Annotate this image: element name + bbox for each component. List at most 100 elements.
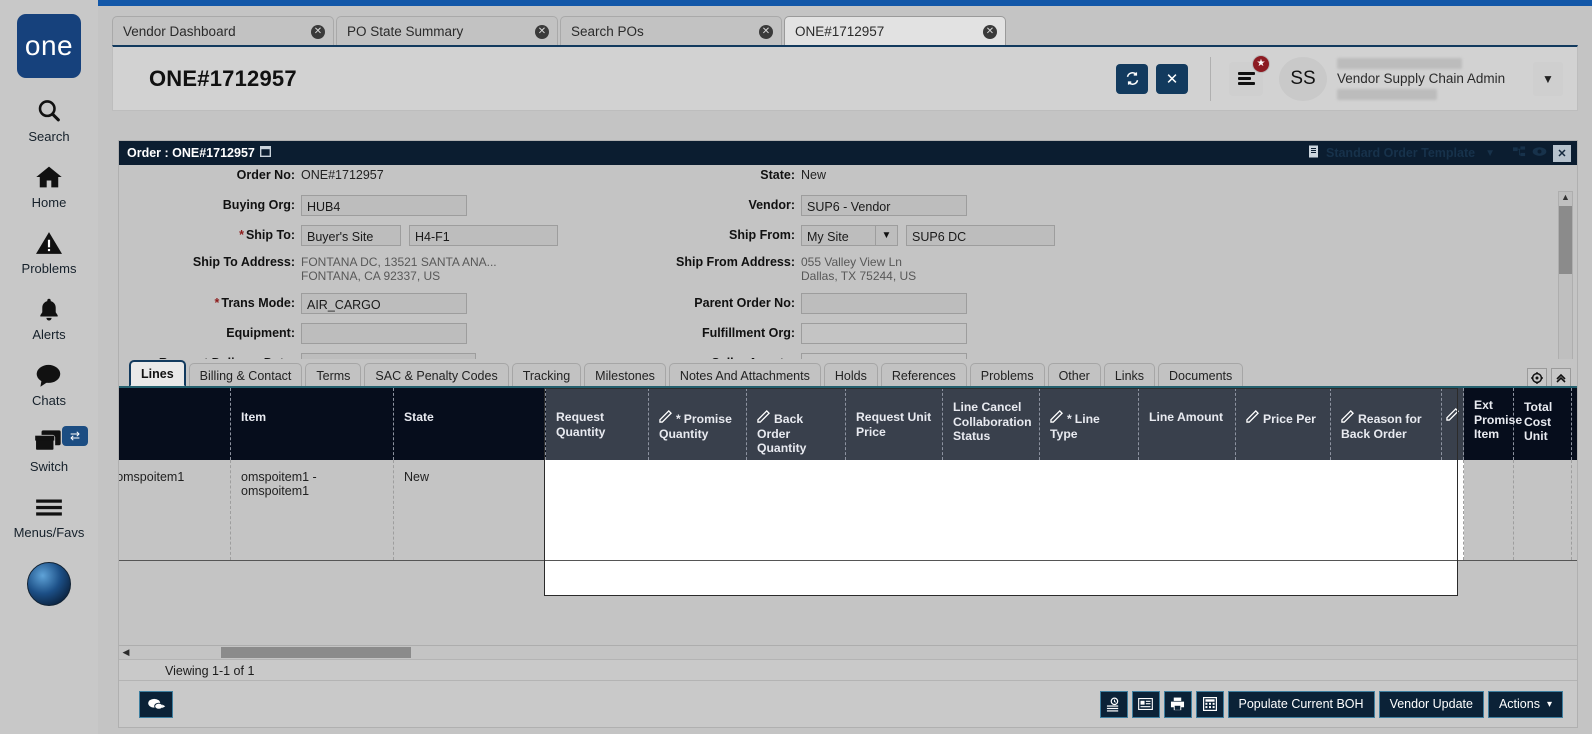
column-header-line-amount[interactable]: Line Amount	[1139, 388, 1236, 460]
tab-links[interactable]: Links	[1104, 363, 1155, 387]
audit-log-icon[interactable]	[1100, 691, 1128, 718]
chevron-down-icon[interactable]: ▼	[876, 225, 898, 246]
scrollbar-thumb[interactable]	[1559, 206, 1572, 274]
populate-current-boh-button[interactable]: Populate Current BOH	[1228, 691, 1375, 718]
rail-item-chats[interactable]: Chats	[0, 358, 98, 408]
header-divider	[1210, 57, 1211, 101]
ship-from-address-value: 055 Valley View Ln Dallas, TX 75244, US	[801, 255, 916, 283]
close-icon[interactable]: ✕	[983, 25, 997, 39]
order-template-selector[interactable]: Standard Order Template ▼ ✕	[1308, 145, 1571, 162]
parent-order-no-input[interactable]	[801, 293, 967, 314]
fulfillment-org-input[interactable]	[801, 323, 967, 344]
tab-billing-contact[interactable]: Billing & Contact	[189, 363, 303, 387]
cell-total-cost-unit[interactable]	[1514, 460, 1572, 560]
tab-sac-penalty-codes[interactable]: SAC & Penalty Codes	[364, 363, 508, 387]
chevron-down-icon[interactable]: ▼	[1533, 62, 1563, 96]
panel-close-icon[interactable]: ✕	[1553, 145, 1571, 162]
column-header-reason-for-back-order[interactable]: Reason for Back Order	[1331, 388, 1442, 460]
actions-button[interactable]: Actions ▾	[1488, 691, 1563, 718]
avatar[interactable]: SS	[1279, 57, 1327, 101]
tab-holds[interactable]: Holds	[824, 363, 878, 387]
eye-icon[interactable]	[1532, 146, 1547, 160]
close-icon[interactable]: ✕	[759, 25, 773, 39]
edit-pencil-icon	[757, 410, 770, 427]
one-logo[interactable]: one	[17, 14, 81, 78]
scroll-up-icon[interactable]: ▲	[1559, 192, 1572, 206]
trans-mode-input[interactable]: AIR_CARGO	[301, 293, 467, 314]
workspace-tab-po-state-summary[interactable]: PO State Summary ✕	[336, 16, 558, 46]
column-header-request-unit-price[interactable]: Request Unit Price	[846, 388, 943, 460]
star-icon: ★	[1252, 55, 1270, 73]
equipment-input[interactable]	[301, 323, 467, 344]
scrollbar-thumb[interactable]	[221, 647, 411, 658]
workspace-tab-search-pos[interactable]: Search POs ✕	[560, 16, 782, 46]
cell-promise-item[interactable]: omspoitem1 - omspoitem1	[119, 460, 231, 560]
rail-item-home[interactable]: Home	[0, 160, 98, 210]
column-header-line-type[interactable]: *Line Type	[1040, 388, 1139, 460]
window-icon[interactable]	[260, 146, 271, 160]
close-x-icon[interactable]: ✕	[1156, 64, 1188, 94]
tab-problems[interactable]: Problems	[970, 363, 1045, 387]
tab-references[interactable]: References	[881, 363, 967, 387]
column-header-price-per[interactable]: Price Per	[1236, 388, 1331, 460]
cell-item[interactable]: omspoitem1 - omspoitem1	[231, 460, 394, 560]
grid-horizontal-scrollbar[interactable]: ◀	[119, 645, 1577, 659]
chevron-down-icon[interactable]: ▼	[1485, 148, 1495, 159]
column-header-total-cost-unit[interactable]: Total Cost Unit	[1514, 388, 1572, 460]
column-header-request-quantity[interactable]: Request Quantity	[546, 388, 649, 460]
buying-org-input[interactable]: HUB4	[301, 195, 467, 216]
list-menu-icon[interactable]: ★	[1229, 62, 1263, 96]
column-header-back-order-quantity[interactable]: Back Order Quantity	[747, 388, 846, 460]
workspace-tab-order[interactable]: ONE#1712957 ✕	[784, 16, 1006, 46]
column-header-state[interactable]: State	[394, 388, 546, 460]
calculator-icon[interactable]	[1196, 691, 1224, 718]
printer-icon[interactable]	[1164, 691, 1192, 718]
tab-notes-and-attachments[interactable]: Notes And Attachments	[669, 363, 821, 387]
chat-arrow-icon[interactable]	[139, 691, 173, 718]
vendor-input[interactable]: SUP6 - Vendor	[801, 195, 967, 216]
rail-item-switch[interactable]: ⇄ Switch	[0, 424, 98, 474]
hierarchy-icon[interactable]	[1513, 146, 1526, 161]
close-icon[interactable]: ✕	[311, 25, 325, 39]
cell-state[interactable]: New	[394, 460, 546, 560]
tab-other[interactable]: Other	[1048, 363, 1101, 387]
ship-from-site-input[interactable]: SUP6 DC	[906, 225, 1055, 246]
tab-lines[interactable]: Lines	[129, 360, 186, 387]
tab-milestones[interactable]: Milestones	[584, 363, 666, 387]
workspace-tab-vendor-dashboard[interactable]: Vendor Dashboard ✕	[112, 16, 334, 46]
note-icon[interactable]	[1132, 691, 1160, 718]
tab-documents[interactable]: Documents	[1158, 363, 1243, 387]
vendor-update-button[interactable]: Vendor Update	[1379, 691, 1484, 718]
column-header-edit-marker[interactable]	[1442, 388, 1464, 460]
edit-pencil-icon	[1050, 410, 1063, 427]
close-icon[interactable]: ✕	[535, 25, 549, 39]
column-header-promise-quantity[interactable]: *Promise Quantity	[649, 388, 747, 460]
refresh-icon[interactable]	[1116, 64, 1148, 94]
ship-from-select[interactable]: My Site ▼	[801, 225, 898, 246]
field-value: ONE#1712957	[301, 168, 384, 182]
field-label: Order No:	[119, 168, 301, 182]
column-header-promise-item[interactable]: Promise Item	[119, 388, 231, 460]
cell-ext-promise-item[interactable]	[1464, 460, 1514, 560]
rail-item-search[interactable]: Search	[0, 94, 98, 144]
collapse-up-icon[interactable]	[1551, 368, 1571, 387]
rail-item-alerts[interactable]: Alerts	[0, 292, 98, 342]
rail-item-problems[interactable]: Problems	[0, 226, 98, 276]
column-header-line-cancel-collaboration-status[interactable]: Line Cancel Collaboration Status	[943, 388, 1040, 460]
ship-to-type-input[interactable]: Buyer's Site	[301, 225, 401, 246]
assistant-orb-icon[interactable]	[27, 562, 71, 606]
rail-item-menus-favs[interactable]: Menus/Favs	[0, 490, 98, 540]
column-header-item[interactable]: Item	[231, 388, 394, 460]
ship-to-site-input[interactable]: H4-F1	[409, 225, 558, 246]
page-header: ONE#1712957 ✕ ★ SS Vendor Supply Chain A…	[112, 45, 1578, 111]
swap-arrows-icon[interactable]: ⇄	[62, 426, 88, 446]
form-vertical-scrollbar[interactable]: ▲ ▼	[1558, 191, 1573, 359]
scrollbar-track[interactable]	[133, 646, 1577, 659]
user-role: Vendor Supply Chain Admin	[1337, 71, 1527, 86]
tab-tracking[interactable]: Tracking	[512, 363, 581, 387]
column-header-ext-promise-item[interactable]: Ext Promise Item	[1464, 388, 1514, 460]
tab-terms[interactable]: Terms	[305, 363, 361, 387]
tab-label: Notes And Attachments	[680, 369, 810, 383]
gear-icon[interactable]	[1527, 368, 1547, 387]
scroll-left-icon[interactable]: ◀	[119, 647, 133, 658]
